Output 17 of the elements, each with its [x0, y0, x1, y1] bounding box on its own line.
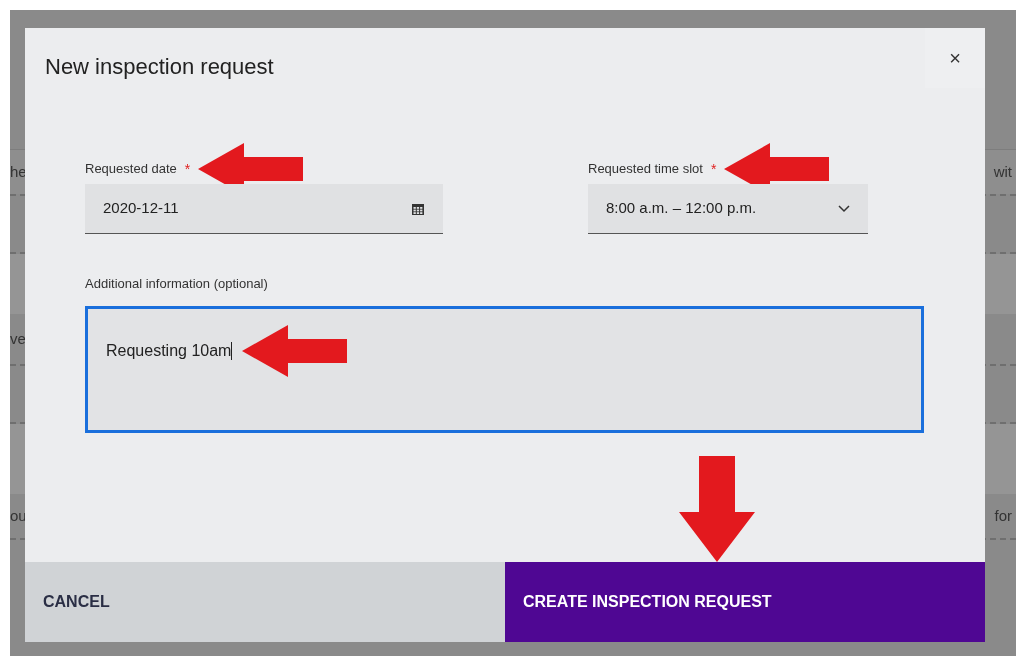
background-text: he [10, 161, 27, 182]
field-label: Requested time slot [588, 160, 703, 179]
dialog-title: New inspection request [45, 53, 274, 81]
background-text: wit [993, 161, 1013, 182]
background-text: ve [10, 328, 26, 349]
required-mark: * [184, 159, 191, 179]
field-label: Requested date [85, 160, 177, 179]
required-mark: * [710, 159, 717, 179]
time-slot-select[interactable]: 8:00 a.m. – 12:00 p.m. [588, 184, 868, 234]
background-text: for [994, 505, 1013, 526]
chevron-down-icon [838, 204, 850, 213]
create-request-button[interactable]: CREATE INSPECTION REQUEST [505, 562, 985, 642]
calendar-icon [411, 201, 425, 216]
field-label: Additional information (optional) [85, 275, 269, 293]
additional-information-field[interactable]: Requesting 10am [85, 305, 924, 433]
date-field[interactable]: 2020-12-11 [85, 184, 443, 234]
cancel-button[interactable]: CANCEL [25, 562, 505, 642]
